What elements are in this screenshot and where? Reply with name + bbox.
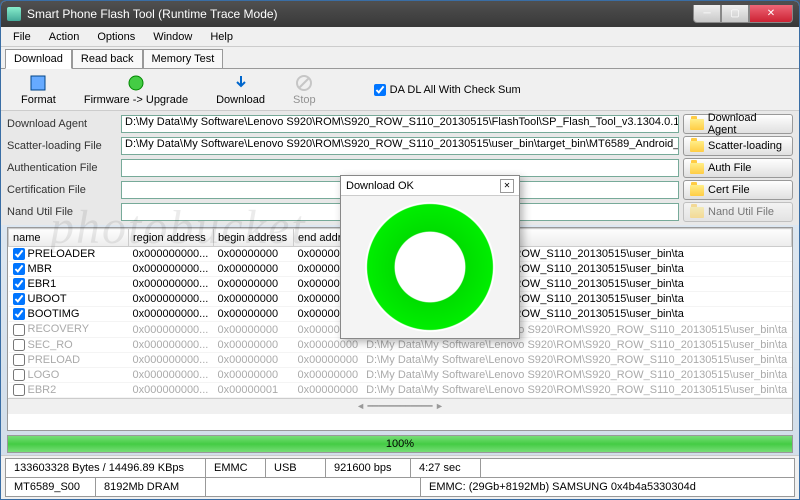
row-checkbox[interactable] (13, 369, 25, 381)
auth-browse-button[interactable]: Auth File (683, 158, 793, 178)
table-row[interactable]: PRELOAD0x000000000...0x000000000x0000000… (9, 352, 792, 367)
row-checkbox[interactable] (13, 324, 25, 336)
status-time: 4:27 sec (411, 459, 481, 477)
status-bytes: 133603328 Bytes / 14496.89 KBps (6, 459, 206, 477)
success-ring-icon (365, 202, 495, 332)
app-icon (7, 7, 21, 21)
col-region[interactable]: region address (129, 229, 214, 247)
download-ok-dialog: Download OK✕ (340, 175, 520, 339)
col-name[interactable]: name (9, 229, 129, 247)
row-checkbox[interactable] (13, 384, 25, 396)
download-button[interactable]: Download (216, 74, 265, 106)
row-checkbox[interactable] (13, 308, 25, 320)
maximize-button[interactable]: ▢ (721, 5, 749, 23)
row-checkbox[interactable] (13, 293, 25, 305)
tab-readback[interactable]: Read back (72, 49, 143, 69)
status-emmc: EMMC: (29Gb+8192Mb) SAMSUNG 0x4b4a533030… (421, 478, 794, 496)
status-spare2 (206, 478, 421, 496)
table-row[interactable]: LOGO0x000000000...0x000000000x00000000D:… (9, 367, 792, 382)
menu-action[interactable]: Action (41, 29, 88, 45)
tab-memtest[interactable]: Memory Test (143, 49, 224, 69)
close-button[interactable]: ✕ (749, 5, 793, 23)
da-input[interactable]: D:\My Data\My Software\Lenovo S920\ROM\S… (121, 115, 679, 133)
status-storage: EMMC (206, 459, 266, 477)
titlebar: Smart Phone Flash Tool (Runtime Trace Mo… (1, 1, 799, 27)
firmware-upgrade-button[interactable]: Firmware -> Upgrade (84, 74, 188, 106)
dialog-close-button[interactable]: ✕ (500, 179, 514, 193)
folder-icon (690, 207, 704, 218)
status-conn: USB (266, 459, 326, 477)
status-chip: MT6589_S00 (6, 478, 96, 496)
menu-help[interactable]: Help (202, 29, 241, 45)
folder-icon (690, 163, 704, 174)
status-dram: 8192Mb DRAM (96, 478, 206, 496)
cert-label: Certification File (7, 184, 117, 196)
cert-browse-button[interactable]: Cert File (683, 180, 793, 200)
stop-button: Stop (293, 74, 316, 106)
tabstrip: Download Read back Memory Test (1, 47, 799, 69)
menu-window[interactable]: Window (145, 29, 200, 45)
menu-options[interactable]: Options (89, 29, 143, 45)
dialog-title: Download OK (346, 180, 500, 192)
scatter-input[interactable]: D:\My Data\My Software\Lenovo S920\ROM\S… (121, 137, 679, 155)
da-label: Download Agent (7, 118, 117, 130)
status-baud: 921600 bps (326, 459, 411, 477)
col-begin[interactable]: begin address (214, 229, 294, 247)
menu-file[interactable]: File (5, 29, 39, 45)
scatter-label: Scatter-loading File (7, 140, 117, 152)
row-checkbox[interactable] (13, 248, 25, 260)
folder-icon (690, 141, 704, 152)
nand-browse-button: Nand Util File (683, 202, 793, 222)
toolbar: Format Firmware -> Upgrade Download Stop… (1, 69, 799, 111)
minimize-button[interactable]: ─ (693, 5, 721, 23)
folder-icon (690, 185, 704, 196)
nand-label: Nand Util File (7, 206, 117, 218)
row-checkbox[interactable] (13, 263, 25, 275)
da-browse-button[interactable]: Download Agent (683, 114, 793, 134)
folder-icon (690, 119, 704, 130)
scatter-browse-button[interactable]: Scatter-loading (683, 136, 793, 156)
window-title: Smart Phone Flash Tool (Runtime Trace Mo… (27, 7, 693, 21)
checksum-checkbox[interactable]: DA DL All With Check Sum (374, 84, 521, 96)
status-bar: 133603328 Bytes / 14496.89 KBps EMMC USB… (1, 455, 799, 499)
format-button[interactable]: Format (21, 74, 56, 106)
row-checkbox[interactable] (13, 339, 25, 351)
auth-label: Authentication File (7, 162, 117, 174)
menubar: File Action Options Window Help (1, 27, 799, 47)
progress-bar: 100% (7, 435, 793, 453)
row-checkbox[interactable] (13, 278, 25, 290)
table-row[interactable]: EBR20x000000000...0x000000010x00000000D:… (9, 382, 792, 397)
horizontal-scrollbar[interactable]: ◄ ━━━━━━━━━━━━ ► (8, 398, 792, 414)
tab-download[interactable]: Download (5, 49, 72, 69)
status-spare1 (481, 459, 794, 477)
table-row[interactable]: SEC_RO0x000000000...0x000000000x00000000… (9, 337, 792, 352)
row-checkbox[interactable] (13, 354, 25, 366)
